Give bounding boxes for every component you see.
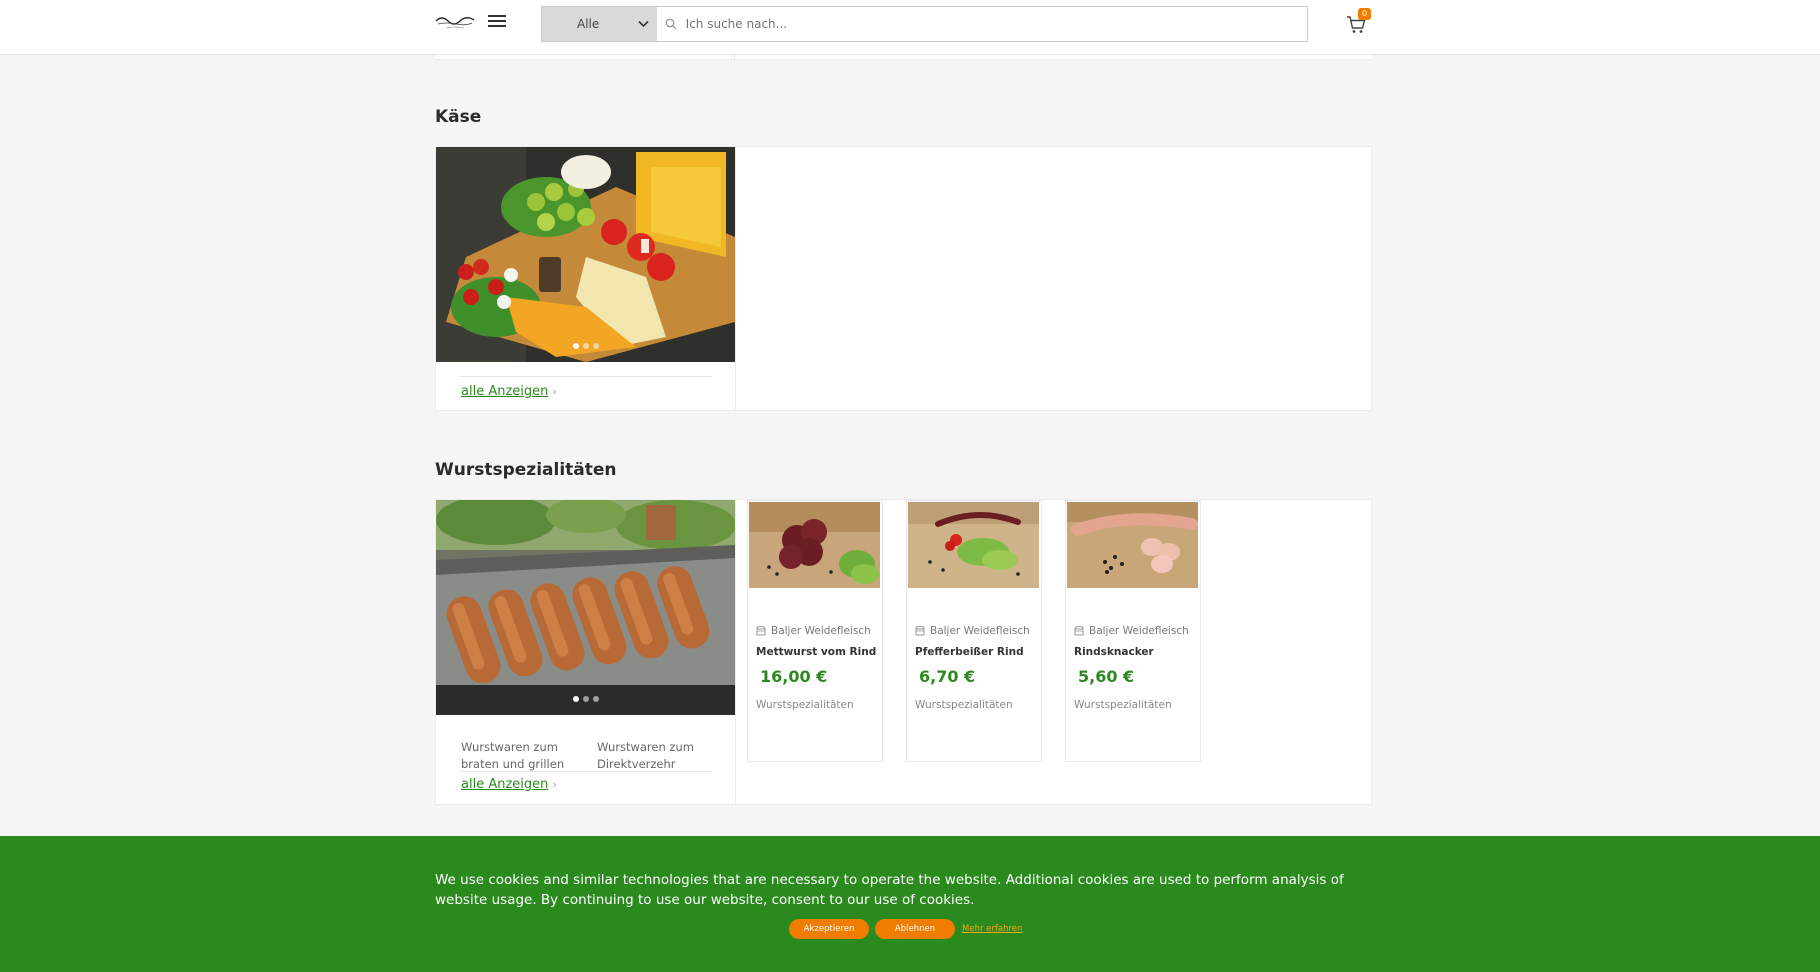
- search-icon: [657, 18, 686, 30]
- carousel-dot[interactable]: [593, 696, 599, 702]
- previous-section-panel: [435, 55, 1372, 60]
- category-select-value: Alle: [577, 17, 600, 31]
- product-card[interactable]: Baljer Weidefleisch Mettwurst vom Rind 1…: [747, 500, 883, 762]
- product-vendor-name: Baljer Weidefleisch: [771, 625, 871, 637]
- product-card[interactable]: Baljer Weidefleisch Pfefferbeißer Rind 6…: [906, 500, 1042, 762]
- product-card[interactable]: Baljer Weidefleisch Rindsknacker 5,60 € …: [1065, 500, 1201, 762]
- show-all-label: alle Anzeigen: [461, 777, 549, 792]
- section-sidebar-kaese: alle Anzeigen ›: [436, 147, 736, 410]
- site-header: Alle 0: [0, 0, 1820, 55]
- product-vendor: Baljer Weidefleisch: [915, 625, 1030, 637]
- grilled-sausages-image[interactable]: [436, 500, 735, 715]
- product-name: Pfefferbeißer Rind: [915, 646, 1024, 658]
- chevron-down-icon: [638, 18, 649, 31]
- product-image-rindsknacker: [1067, 502, 1198, 588]
- section-title-wurst: Wurstspezialitäten: [435, 460, 617, 480]
- shop-icon: [756, 626, 766, 636]
- product-price: 5,60 €: [1078, 667, 1135, 686]
- section-title-kaese: Käse: [435, 107, 482, 127]
- subcategory-link-grill[interactable]: Wurstwaren zum braten und grillen: [461, 739, 571, 773]
- product-category: Wurstspezialitäten: [915, 699, 1013, 711]
- product-category: Wurstspezialitäten: [1074, 699, 1172, 711]
- product-image-pfefferbeisser: [908, 502, 1039, 588]
- cheese-platter-image[interactable]: [436, 147, 735, 362]
- product-vendor: Baljer Weidefleisch: [1074, 625, 1189, 637]
- show-all-label: alle Anzeigen: [461, 384, 549, 399]
- shop-icon: [1074, 626, 1084, 636]
- carousel-dot[interactable]: [573, 343, 579, 349]
- divider: [460, 771, 712, 772]
- show-all-link-kaese[interactable]: alle Anzeigen ›: [461, 384, 557, 399]
- chevron-right-icon: ›: [552, 778, 557, 791]
- product-name: Rindsknacker: [1074, 646, 1154, 658]
- carousel-dot[interactable]: [593, 343, 599, 349]
- accept-cookies-button[interactable]: Akzeptieren: [789, 919, 869, 939]
- subcategory-link-direkt[interactable]: Wurstwaren zum Direktverzehr: [597, 739, 707, 773]
- show-all-link-wurst[interactable]: alle Anzeigen ›: [461, 777, 557, 792]
- carousel-dots: [573, 696, 599, 702]
- product-image-mettwurst: [749, 502, 880, 588]
- carousel-dots: [573, 343, 599, 349]
- search-input[interactable]: [685, 7, 1307, 41]
- site-logo[interactable]: [434, 12, 476, 34]
- product-vendor: Baljer Weidefleisch: [756, 625, 871, 637]
- category-select[interactable]: Alle: [542, 7, 657, 41]
- shop-icon: [915, 626, 925, 636]
- carousel-dot[interactable]: [583, 696, 589, 702]
- cart-count-badge: 0: [1358, 8, 1371, 20]
- menu-icon[interactable]: [488, 12, 506, 30]
- carousel-dot[interactable]: [573, 696, 579, 702]
- product-vendor-name: Baljer Weidefleisch: [1089, 625, 1189, 637]
- decline-cookies-button[interactable]: Ablehnen: [875, 919, 955, 939]
- carousel-dot[interactable]: [583, 343, 589, 349]
- product-category: Wurstspezialitäten: [756, 699, 854, 711]
- more-info-link[interactable]: Mehr erfahren: [962, 924, 1022, 934]
- search-field: [657, 7, 1307, 41]
- section-sidebar-wurst: Wurstwaren zum braten und grillen Wurstw…: [436, 500, 736, 804]
- product-vendor-name: Baljer Weidefleisch: [930, 625, 1030, 637]
- search-bar: Alle: [541, 6, 1308, 42]
- section-panel-wurst: Wurstwaren zum braten und grillen Wurstw…: [435, 499, 1372, 805]
- product-price: 6,70 €: [919, 667, 976, 686]
- chevron-right-icon: ›: [552, 385, 557, 398]
- cookie-banner: We use cookies and similar technologies …: [0, 836, 1820, 972]
- section-panel-kaese: alle Anzeigen ›: [435, 146, 1372, 411]
- product-price: 16,00 €: [760, 667, 828, 686]
- cookie-text: We use cookies and similar technologies …: [435, 872, 1344, 908]
- product-name: Mettwurst vom Rind: [756, 646, 877, 658]
- divider: [460, 376, 712, 377]
